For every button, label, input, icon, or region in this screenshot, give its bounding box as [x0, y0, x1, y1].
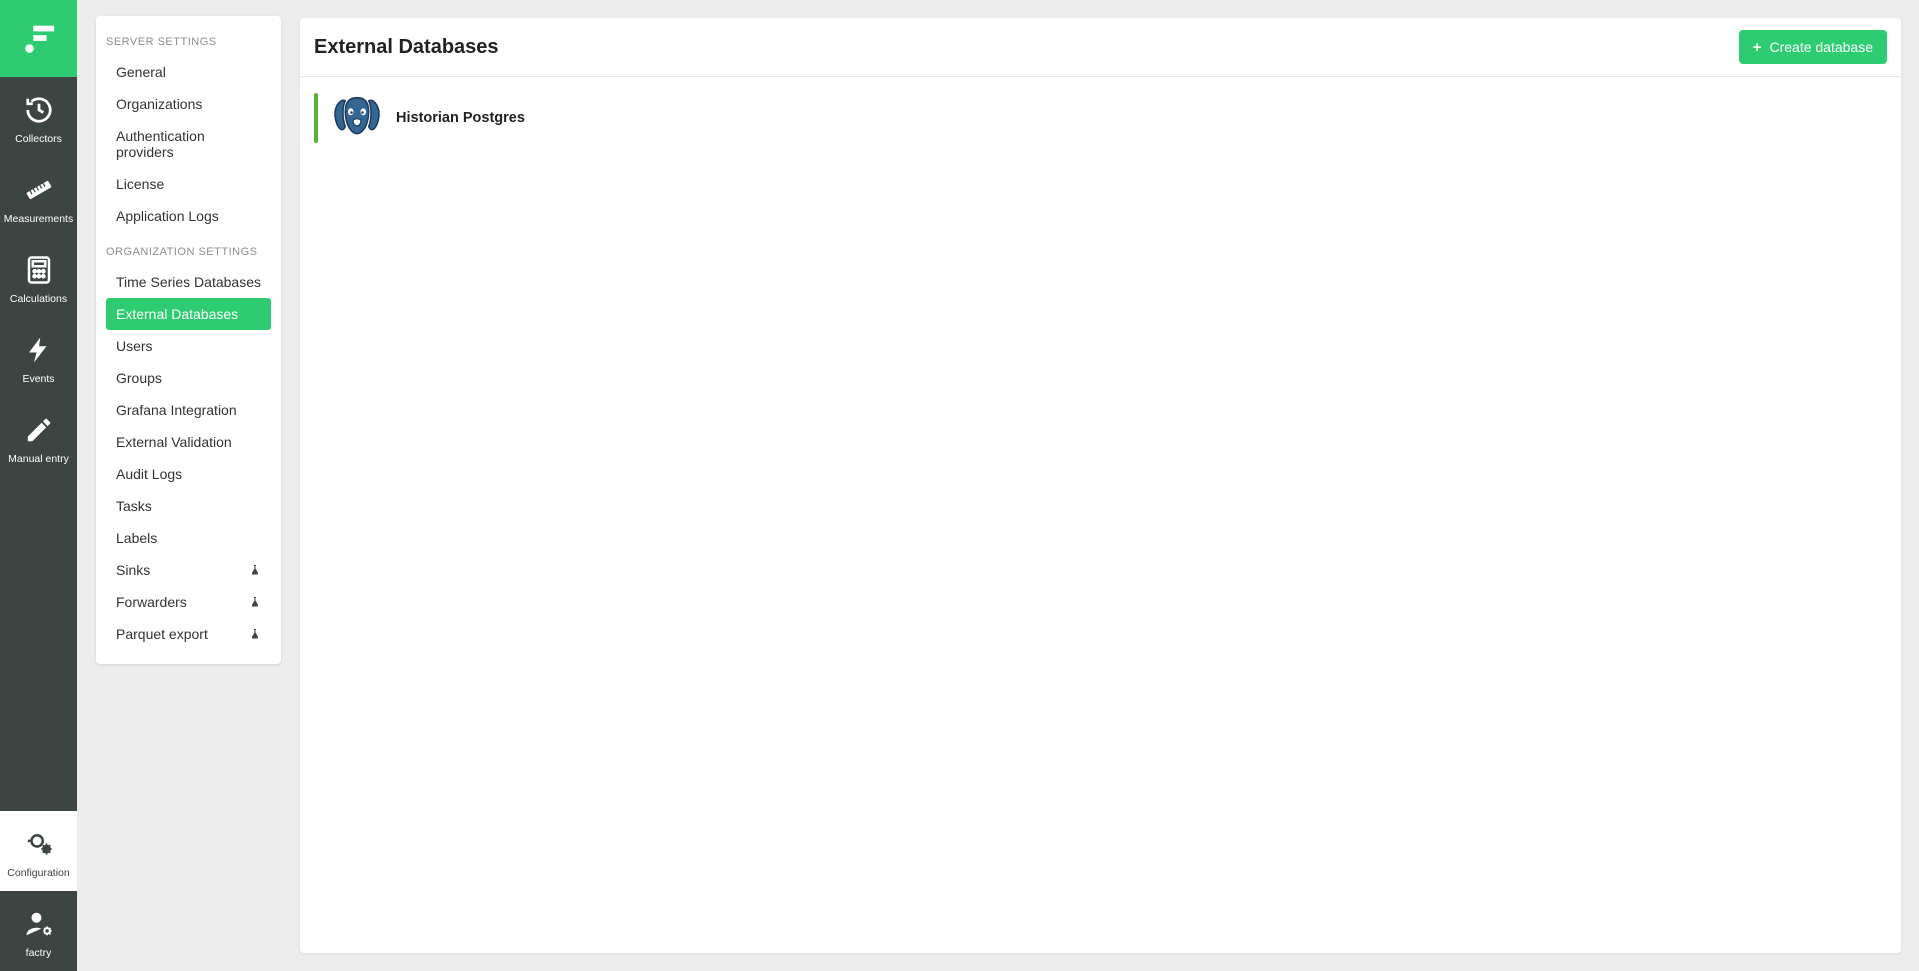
- server-settings-item[interactable]: Authentication providers: [106, 120, 271, 168]
- org-settings-item[interactable]: Forwarders: [106, 586, 271, 618]
- org-settings-item[interactable]: Users: [106, 330, 271, 362]
- content-card: External Databases + Create database His…: [300, 18, 1901, 953]
- settings-item-label: Grafana Integration: [116, 402, 237, 418]
- org-settings-item[interactable]: Tasks: [106, 490, 271, 522]
- settings-item-label: Groups: [116, 370, 162, 386]
- org-settings-item[interactable]: Grafana Integration: [106, 394, 271, 426]
- org-settings-item[interactable]: Time Series Databases: [106, 266, 271, 298]
- settings-item-label: Forwarders: [116, 594, 187, 610]
- nav-label: Calculations: [10, 293, 67, 305]
- page-title: External Databases: [314, 36, 499, 59]
- database-row[interactable]: Historian Postgres: [300, 87, 1901, 149]
- nav-calculations[interactable]: Calculations: [0, 237, 77, 317]
- plus-icon: +: [1753, 40, 1762, 55]
- org-settings-title: ORGANIZATION SETTINGS: [106, 240, 271, 266]
- nav-user[interactable]: factry: [0, 891, 77, 971]
- settings-item-label: Labels: [116, 530, 157, 546]
- flask-icon: [249, 563, 261, 577]
- nav-label: Manual entry: [8, 453, 69, 465]
- bolt-icon: [24, 335, 54, 365]
- create-button-label: Create database: [1769, 39, 1873, 55]
- settings-item-label: Audit Logs: [116, 466, 182, 482]
- create-database-button[interactable]: + Create database: [1739, 30, 1887, 64]
- postgres-icon: [332, 93, 382, 143]
- org-settings-item[interactable]: Sinks: [106, 554, 271, 586]
- server-settings-title: SERVER SETTINGS: [106, 30, 271, 56]
- flask-icon: [249, 627, 261, 641]
- nav-label: Measurements: [4, 213, 73, 225]
- org-settings-item[interactable]: Groups: [106, 362, 271, 394]
- settings-item-label: Users: [116, 338, 153, 354]
- database-list: Historian Postgres: [300, 77, 1901, 159]
- nav-label: Collectors: [15, 133, 62, 145]
- main-content: External Databases + Create database His…: [281, 0, 1919, 971]
- nav-configuration[interactable]: Configuration: [0, 811, 77, 891]
- calculator-icon: [24, 255, 54, 285]
- nav-label: Configuration: [7, 867, 69, 879]
- nav-events[interactable]: Events: [0, 317, 77, 397]
- settings-sidebar: SERVER SETTINGS General Organizations Auth…: [96, 16, 281, 664]
- settings-item-label: External Databases: [116, 306, 238, 322]
- server-settings-item[interactable]: Organizations: [106, 88, 271, 120]
- org-settings-item[interactable]: Labels: [106, 522, 271, 554]
- settings-item-label: Application Logs: [116, 208, 219, 224]
- settings-item-label: External Validation: [116, 434, 232, 450]
- org-settings-item[interactable]: Parquet export: [106, 618, 271, 650]
- pencil-icon: [24, 415, 54, 445]
- card-header: External Databases + Create database: [300, 18, 1901, 77]
- settings-item-label: Tasks: [116, 498, 152, 514]
- factry-logo-icon: [20, 20, 58, 58]
- database-name: Historian Postgres: [396, 110, 525, 126]
- nav-manual-entry[interactable]: Manual entry: [0, 397, 77, 477]
- nav-collectors[interactable]: Collectors: [0, 77, 77, 157]
- settings-item-label: General: [116, 64, 166, 80]
- server-settings-item[interactable]: Application Logs: [106, 200, 271, 232]
- user-gear-icon: [24, 909, 54, 939]
- history-icon: [24, 95, 54, 125]
- settings-item-label: Parquet export: [116, 626, 208, 642]
- nav-label: Events: [22, 373, 54, 385]
- org-settings-item[interactable]: External Validation: [106, 426, 271, 458]
- server-settings-item[interactable]: General: [106, 56, 271, 88]
- nav-label: factry: [26, 947, 52, 959]
- server-settings-item[interactable]: License: [106, 168, 271, 200]
- settings-item-label: Authentication providers: [116, 128, 261, 160]
- org-settings-item[interactable]: External Databases: [106, 298, 271, 330]
- nav-measurements[interactable]: Measurements: [0, 157, 77, 237]
- ruler-icon: [24, 175, 54, 205]
- settings-item-label: Organizations: [116, 96, 202, 112]
- app-logo: [0, 0, 77, 77]
- flask-icon: [249, 595, 261, 609]
- nav-rail: Collectors Measurements Calculations Eve…: [0, 0, 77, 971]
- status-indicator: [314, 93, 318, 143]
- settings-item-label: Sinks: [116, 562, 150, 578]
- org-settings-item[interactable]: Audit Logs: [106, 458, 271, 490]
- settings-item-label: Time Series Databases: [116, 274, 261, 290]
- settings-item-label: License: [116, 176, 164, 192]
- gears-icon: [24, 829, 54, 859]
